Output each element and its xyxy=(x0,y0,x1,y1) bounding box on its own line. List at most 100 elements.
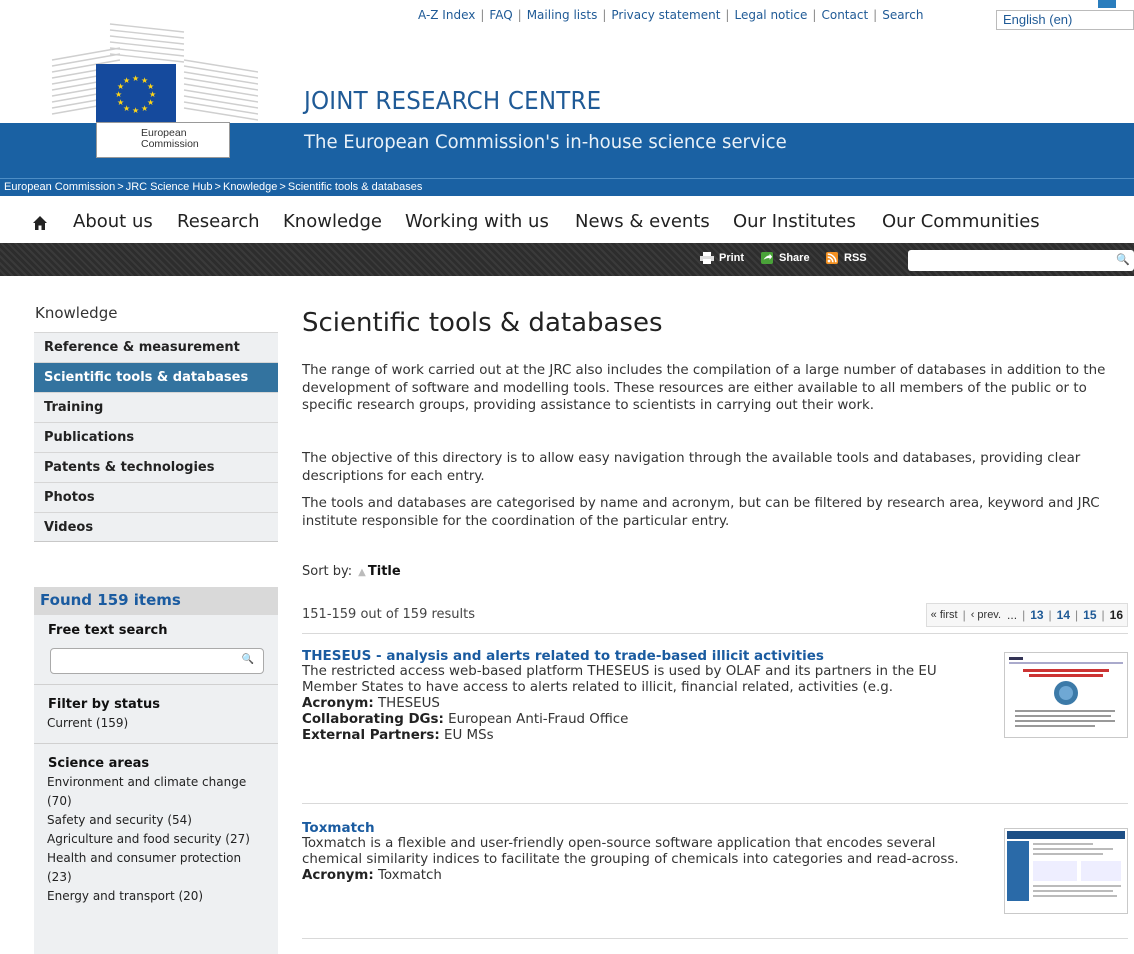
sidebar-item-publications[interactable]: Publications xyxy=(34,422,278,452)
sort-asc-icon: ▲ xyxy=(358,567,366,578)
pager-prev[interactable]: ‹ prev. xyxy=(971,609,1001,621)
language-select[interactable]: English (en) xyxy=(996,10,1134,30)
science-option-agriculture[interactable]: Agriculture and food security (27) xyxy=(34,830,257,849)
sidebar-heading: Knowledge xyxy=(35,304,118,322)
sort-title-link[interactable]: Title xyxy=(368,564,401,579)
found-count: Found 159 items xyxy=(34,587,278,615)
nav-research[interactable]: Research xyxy=(177,211,260,232)
rss-icon xyxy=(826,252,838,264)
breadcrumb-knowledge[interactable]: Knowledge xyxy=(223,181,277,193)
nav-our-institutes[interactable]: Our Institutes xyxy=(733,211,856,232)
utility-links: A-Z Index | FAQ | Mailing lists | Privacy s… xyxy=(418,8,924,22)
list-item: THESEUS - analysis and alerts related to… xyxy=(302,648,1128,804)
pager-ellipsis: ... xyxy=(1007,608,1018,622)
sidebar-item-reference-measurement[interactable]: Reference & measurement xyxy=(34,332,278,362)
filter-panel: Found 159 items Free text search 🔍 Filte… xyxy=(34,587,278,954)
science-areas-heading: Science areas xyxy=(48,756,150,771)
rss-button[interactable]: RSS xyxy=(825,252,867,264)
nav-our-communities[interactable]: Our Communities xyxy=(882,211,1040,232)
pager-page-16-current: 16 xyxy=(1109,608,1123,622)
language-value: English (en) xyxy=(1003,12,1073,27)
breadcrumb-current: Scientific tools & databases xyxy=(287,181,423,193)
intro-paragraph-1: The range of work carried out at the JRC… xyxy=(302,363,1106,413)
meta-label: Acronym: xyxy=(302,868,374,883)
svg-text:★: ★ xyxy=(132,106,139,115)
svg-text:★: ★ xyxy=(141,104,148,113)
nav-working-with-us[interactable]: Working with us xyxy=(405,211,549,232)
sidebar-item-videos[interactable]: Videos xyxy=(34,512,278,542)
pager-first[interactable]: « first xyxy=(931,609,958,621)
list-item: Toxmatch Toxmatch is a flexible and user… xyxy=(302,820,1128,939)
site-search-input[interactable]: 🔍 xyxy=(908,250,1134,271)
eu-flag-icon: ★ ★ ★ ★ ★ ★ ★ ★ ★ ★ ★ ★ xyxy=(96,64,176,122)
mailing-lists-link[interactable]: Mailing lists xyxy=(527,8,598,22)
logo-text-line2: Commission xyxy=(141,138,199,150)
sort-control: Sort by: ▲ Title xyxy=(302,564,401,579)
search-link[interactable]: Search xyxy=(882,8,923,22)
ec-logo[interactable]: ★ ★ ★ ★ ★ ★ ★ ★ ★ ★ ★ ★ European Commiss… xyxy=(50,20,260,158)
share-button[interactable]: Share xyxy=(760,252,810,264)
nav-knowledge[interactable]: Knowledge xyxy=(283,211,382,232)
ec-logo-label: European Commission xyxy=(96,122,230,158)
contact-link[interactable]: Contact xyxy=(821,8,868,22)
legal-notice-link[interactable]: Legal notice xyxy=(734,8,807,22)
entry-thumbnail[interactable] xyxy=(1004,828,1128,914)
sidebar-menu: Reference & measurement Scientific tools… xyxy=(34,332,278,542)
science-option-safety[interactable]: Safety and security (54) xyxy=(34,811,267,830)
pagination: « first | ‹ prev.... | 13 | 14 | 15 | 16 xyxy=(925,603,1128,627)
meta-label: External Partners: xyxy=(302,728,440,743)
intro-paragraph-3: The tools and databases are categorised … xyxy=(302,496,1100,529)
home-icon[interactable] xyxy=(32,215,48,231)
results-count: 151-159 out of 159 results xyxy=(302,607,476,622)
status-option-current[interactable]: Current (159) xyxy=(34,712,278,733)
science-option-energy[interactable]: Energy and transport (20) xyxy=(34,887,267,906)
meta-value: Toxmatch xyxy=(377,868,442,883)
svg-text:★: ★ xyxy=(132,74,139,83)
privacy-statement-link[interactable]: Privacy statement xyxy=(611,8,720,22)
status-filter-heading: Filter by status xyxy=(48,697,160,712)
sort-label: Sort by: xyxy=(302,564,353,579)
free-text-search-input[interactable]: 🔍 xyxy=(50,648,264,674)
breadcrumb-science-hub[interactable]: JRC Science Hub xyxy=(126,181,213,193)
meta-value: THESEUS xyxy=(377,696,440,711)
top-accent-bar xyxy=(1098,0,1116,8)
sidebar-item-training[interactable]: Training xyxy=(34,392,278,422)
print-label: Print xyxy=(719,252,745,264)
nav-about-us[interactable]: About us xyxy=(73,211,153,232)
search-icon[interactable]: 🔍 xyxy=(1116,253,1130,266)
intro-paragraph-2: The objective of this directory is to al… xyxy=(302,451,1081,484)
science-option-environment[interactable]: Environment and climate change (70) xyxy=(34,771,267,811)
share-icon xyxy=(761,252,773,264)
svg-text:★: ★ xyxy=(115,90,122,99)
free-text-heading: Free text search xyxy=(48,623,168,638)
pager-page-15[interactable]: 15 xyxy=(1083,608,1096,622)
site-title[interactable]: JOINT RESEARCH CENTRE xyxy=(304,86,601,115)
meta-value: European Anti-Fraud Office xyxy=(448,712,629,727)
sidebar-item-scientific-tools[interactable]: Scientific tools & databases xyxy=(34,362,278,392)
nav-news-events[interactable]: News & events xyxy=(575,211,710,232)
faq-link[interactable]: FAQ xyxy=(489,8,512,22)
sidebar-item-photos[interactable]: Photos xyxy=(34,482,278,512)
breadcrumb-ec[interactable]: European Commission xyxy=(4,181,115,193)
search-icon[interactable]: 🔍 xyxy=(242,654,254,665)
entry-description: The restricted access web-based platform… xyxy=(302,664,937,695)
print-button[interactable]: Print xyxy=(700,252,744,264)
meta-label: Collaborating DGs: xyxy=(302,712,444,727)
share-label: Share xyxy=(779,252,810,264)
results-header: 151-159 out of 159 results « first | ‹ pr… xyxy=(302,603,1128,634)
site-subtitle: The European Commission's in-house scien… xyxy=(304,131,787,153)
page-title: Scientific tools & databases xyxy=(302,308,663,338)
entry-thumbnail[interactable] xyxy=(1004,652,1128,738)
science-option-health[interactable]: Health and consumer protection (23) xyxy=(34,849,257,887)
entry-description: Toxmatch is a flexible and user-friendly… xyxy=(302,836,959,867)
sidebar-item-patents[interactable]: Patents & technologies xyxy=(34,452,278,482)
rss-label: RSS xyxy=(844,252,867,264)
meta-label: Acronym: xyxy=(302,696,374,711)
printer-icon xyxy=(700,252,714,264)
pager-page-13[interactable]: 13 xyxy=(1030,608,1043,622)
az-index-link[interactable]: A-Z Index xyxy=(418,8,475,22)
main-nav: About us Research Knowledge Working with… xyxy=(0,203,1134,243)
svg-text:★: ★ xyxy=(123,76,130,85)
meta-value: EU MSs xyxy=(444,728,494,743)
pager-page-14[interactable]: 14 xyxy=(1057,608,1070,622)
